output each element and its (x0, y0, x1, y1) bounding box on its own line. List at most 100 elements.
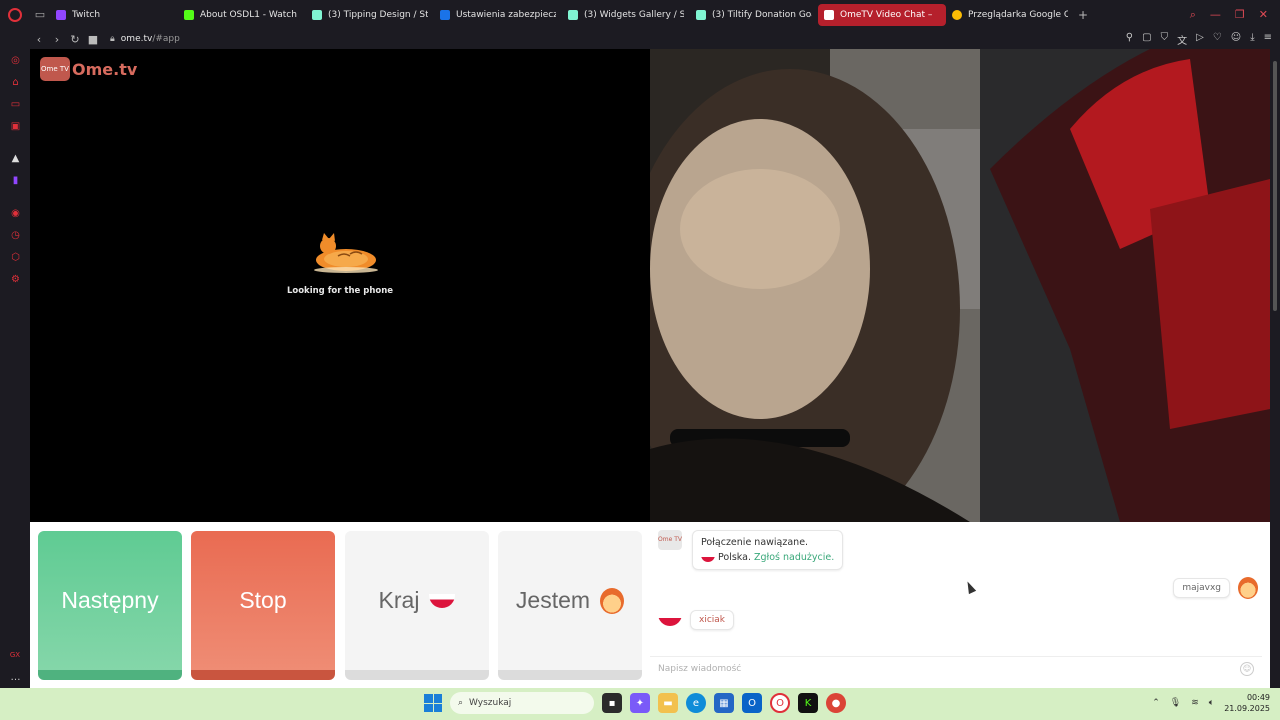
taskbar-search[interactable]: ⌕ Wyszukaj (450, 692, 594, 714)
system-message: Ome TV Połączenie nawiązane. Polska. Zgło… (658, 530, 844, 570)
shield-icon[interactable]: ⛉ (1161, 32, 1169, 47)
back-icon[interactable]: ‹ (30, 33, 48, 46)
streamlabs-icon (568, 9, 578, 20)
kick-sidebar-icon[interactable]: ▲ (10, 153, 21, 164)
my-message-bubble: majavxg (1173, 578, 1230, 598)
reload-icon[interactable]: ↻ (66, 33, 84, 46)
tab-tipping-design[interactable]: (3) Tipping Design / Streamlabs (306, 4, 434, 26)
copilot-icon[interactable]: ✦ (630, 693, 650, 713)
translate-icon[interactable]: 文 (1177, 32, 1187, 47)
messenger-icon[interactable]: ▭ (10, 99, 21, 110)
tab-islands-icon[interactable]: ▭ (30, 0, 50, 29)
edge-icon[interactable]: e (686, 693, 706, 713)
chevron-up-icon[interactable]: ⌃ (1152, 698, 1160, 708)
browser-sidebar: ◎ ⌂ ▭ ▣ ▲ ▮ ◉ ◷ ⬡ ⚙ GX … (0, 49, 30, 688)
snapshot-icon[interactable]: ▢ (1142, 32, 1151, 47)
pin-icon[interactable]: ⚲ (1126, 32, 1133, 47)
girl-emoji-icon (1238, 577, 1258, 599)
player-icon[interactable]: ◉ (10, 208, 21, 219)
url-field[interactable]: 🔒︎ ome.tv/#app (110, 34, 180, 44)
partner-video: Ome TV Ome.tv Looking for the phone (30, 49, 650, 522)
poland-flag-icon (658, 614, 682, 626)
girl-emoji-icon (600, 587, 625, 614)
loading-text: Looking for the phone (286, 286, 394, 296)
history-icon[interactable]: ◷ (10, 230, 21, 241)
windows-taskbar: ⌕ Wyszukaj ▪ ✦ ▬ e ▦ O O K ● ⌃ 🎙︎ ≋ 🔈︎ 00… (0, 688, 1280, 720)
ometv-icon (824, 9, 834, 20)
stop-button[interactable]: Stop (191, 531, 335, 680)
file-explorer-icon[interactable]: ▬ (658, 693, 678, 713)
self-camera-video (650, 49, 1270, 522)
ometv-badge: Ome TV (40, 57, 70, 81)
news-icon[interactable]: ▣ (10, 121, 21, 132)
twitch-sidebar-icon[interactable]: ▮ (10, 175, 21, 186)
heart-icon[interactable]: ♡ (1213, 32, 1222, 47)
close-icon[interactable]: ✕ (1259, 8, 1268, 22)
page-scrollbar[interactable] (1270, 49, 1280, 688)
report-abuse-link[interactable]: Zgłoś nadużycie. (754, 550, 834, 565)
tab-kick[interactable]: About OSDL1 - Watch Live (178, 4, 306, 26)
scrollbar-thumb[interactable] (1273, 61, 1277, 311)
next-button[interactable]: Następny (38, 531, 182, 680)
chat-input-row: ☺ (650, 656, 1262, 680)
tab-widgets-gallery[interactable]: (3) Widgets Gallery / Streamlabs (562, 4, 690, 26)
twitch-icon (56, 9, 66, 20)
tab-twitch[interactable]: Twitch (50, 4, 178, 26)
browser-tab-bar: ▭ Twitch About OSDL1 - Watch Live (3) Ti… (0, 0, 1280, 29)
emoji-picker-icon[interactable]: ☺ (1240, 661, 1254, 676)
paypal-icon (440, 9, 450, 20)
poland-flag-icon (429, 593, 456, 608)
chrome-icon (952, 9, 962, 20)
poland-flag-icon (701, 553, 715, 562)
menu-icon[interactable]: ≡ (1264, 32, 1272, 47)
windows-start-icon[interactable] (424, 694, 442, 712)
tab-security-settings[interactable]: Ustawienia zabezpieczeń (434, 4, 562, 26)
store-icon[interactable]: ▦ (714, 693, 734, 713)
opera-menu-icon[interactable] (0, 0, 30, 29)
search-icon: ⌕ (458, 698, 464, 708)
window-controls: ⌕ — ❐ ✕ (1190, 8, 1280, 22)
address-bar: ‹ › ↻ ■ 🔒︎ ome.tv/#app ⚲ ▢ ⛉ 文 ▷ ♡ ☺ ⤓ ≡ (0, 29, 1280, 49)
profile-icon[interactable]: ☺ (1231, 32, 1241, 47)
speed-dial-icon[interactable]: ◎ (10, 55, 21, 66)
ometv-logo[interactable]: Ome TV Ome.tv (40, 57, 137, 81)
download-icon[interactable]: ⤓ (1250, 32, 1254, 47)
toolbar-right: ⚲ ▢ ⛉ 文 ▷ ♡ ☺ ⤓ ≡ (1126, 32, 1280, 47)
outlook-icon[interactable]: O (742, 693, 762, 713)
kick-app-icon[interactable]: K (798, 693, 818, 713)
camera-icon[interactable]: ■ (84, 33, 102, 46)
tab-tiltify[interactable]: (3) Tiltify Donation Goal / Streamlabs (690, 4, 818, 26)
forward-icon[interactable]: › (48, 33, 66, 46)
country-button[interactable]: Kraj (345, 531, 489, 680)
play-icon[interactable]: ▷ (1196, 32, 1204, 47)
more-icon[interactable]: … (10, 672, 21, 683)
clock[interactable]: 00:49 21.09.2025 (1224, 692, 1270, 714)
gx-badge[interactable]: GX (8, 650, 22, 661)
extensions-icon[interactable]: ⬡ (10, 252, 21, 263)
volume-icon[interactable]: 🔈︎ (1209, 698, 1214, 708)
camera-feed (650, 49, 1270, 522)
chat-panel: Ome TV Połączenie nawiązane. Polska. Zgło… (650, 522, 1270, 688)
wifi-icon[interactable]: ≋ (1191, 698, 1199, 708)
lock-icon: 🔒︎ (110, 34, 115, 44)
streamlabs-icon (696, 9, 706, 20)
my-message: majavxg (1173, 577, 1258, 599)
restore-icon[interactable]: ❐ (1235, 8, 1245, 22)
chrome-taskbar-icon[interactable]: ● (826, 693, 846, 713)
shopping-icon[interactable]: ⌂ (10, 77, 21, 88)
partner-message: xiciak (658, 610, 735, 630)
gender-button[interactable]: Jestem (498, 531, 642, 680)
tab-chrome[interactable]: Przeglądarka Google Chrome (946, 4, 1074, 26)
new-tab-button[interactable]: + (1078, 8, 1088, 22)
settings-icon[interactable]: ⚙ (10, 274, 21, 285)
ometv-avatar-icon: Ome TV (658, 530, 682, 550)
task-view-icon[interactable]: ▪ (602, 693, 622, 713)
minimize-icon[interactable]: — (1210, 8, 1221, 22)
search-tabs-icon[interactable]: ⌕ (1190, 8, 1196, 22)
system-bubble: Połączenie nawiązane. Polska. Zgłoś naduż… (692, 530, 844, 570)
tab-ometv[interactable]: OmeTV Video Chat – (818, 3, 946, 26)
microphone-icon[interactable]: 🎙︎ (1170, 698, 1181, 708)
opera-gx-icon[interactable]: O (770, 693, 790, 713)
chat-message-input[interactable] (658, 663, 1240, 674)
taskbar-center: ⌕ Wyszukaj ▪ ✦ ▬ e ▦ O O K ● (424, 692, 846, 714)
